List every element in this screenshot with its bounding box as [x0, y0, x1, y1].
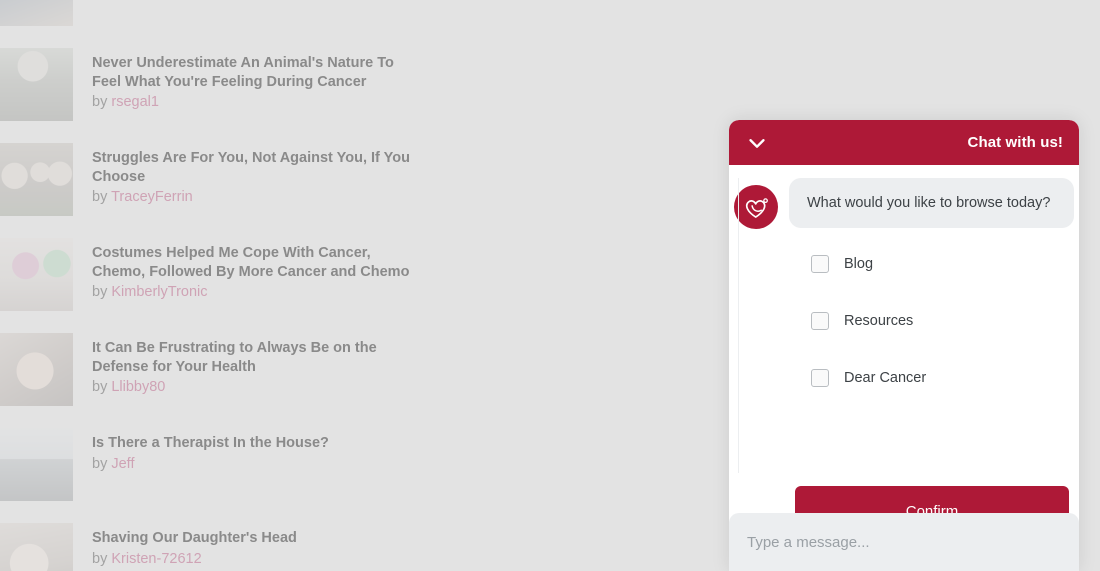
- article-byline: by Kristen-72612: [92, 551, 297, 567]
- article-title[interactable]: Shaving Our Daughter's Head: [92, 529, 297, 548]
- article-thumbnail[interactable]: [0, 333, 73, 406]
- author-link[interactable]: Kristen-72612: [111, 551, 201, 567]
- by-label: by: [92, 94, 108, 111]
- author-link[interactable]: TraceyFerrin: [111, 189, 193, 205]
- browse-options: Blog Resources Dear Cancer: [789, 239, 1074, 403]
- by-label: by: [92, 455, 108, 472]
- option-label: Resources: [844, 313, 914, 330]
- list-item[interactable]: Shaving Our Daughter's Head by Kristen-7…: [0, 523, 700, 571]
- checkbox-icon[interactable]: [811, 369, 829, 388]
- article-list: by Hailey-C Never Underestimate An Anima…: [0, 0, 700, 571]
- by-label: by: [92, 284, 108, 301]
- heart-logo-icon: [734, 185, 778, 229]
- article-title[interactable]: Never Underestimate An Animal's Nature T…: [92, 54, 412, 91]
- option-label: Dear Cancer: [844, 370, 927, 387]
- article-text: Costumes Helped Me Cope With Cancer, Che…: [73, 238, 412, 300]
- thread-rail: [738, 178, 739, 473]
- article-byline: by rsegal1: [92, 94, 412, 110]
- chevron-down-icon[interactable]: [746, 132, 768, 154]
- chat-message-input[interactable]: [747, 533, 1047, 551]
- article-thumbnail[interactable]: [0, 428, 73, 501]
- article-text: It Can Be Frustrating to Always Be on th…: [73, 333, 412, 395]
- article-thumbnail[interactable]: [0, 143, 73, 216]
- article-byline: by KimberlyTronic: [92, 284, 412, 300]
- by-label: by: [92, 379, 108, 396]
- article-thumbnail[interactable]: [0, 238, 73, 311]
- chat-body: What would you like to browse today? Blo…: [729, 165, 1079, 537]
- article-byline: by Llibby80: [92, 379, 412, 395]
- checkbox-icon[interactable]: [811, 312, 829, 331]
- author-link[interactable]: Llibby80: [111, 379, 165, 395]
- chat-title: Chat with us!: [967, 134, 1063, 151]
- option-dear-cancer[interactable]: Dear Cancer: [789, 353, 1074, 403]
- chat-widget: Chat with us! What would you like to bro…: [729, 120, 1079, 571]
- option-resources[interactable]: Resources: [789, 296, 1074, 346]
- bot-message-column: What would you like to browse today? Blo…: [789, 178, 1079, 411]
- author-link[interactable]: rsegal1: [111, 94, 159, 110]
- option-label: Blog: [844, 256, 874, 273]
- article-text: Never Underestimate An Animal's Nature T…: [73, 48, 412, 110]
- article-text: Shaving Our Daughter's Head by Kristen-7…: [73, 523, 297, 567]
- article-title[interactable]: Costumes Helped Me Cope With Cancer, Che…: [92, 244, 412, 281]
- article-byline: by Jeff: [92, 456, 329, 472]
- option-blog[interactable]: Blog: [789, 239, 1074, 289]
- author-link[interactable]: Jeff: [111, 456, 134, 472]
- by-label: by: [92, 189, 108, 206]
- list-item[interactable]: Is There a Therapist In the House? by Je…: [0, 428, 700, 523]
- article-text: Struggles Are For You, Not Against You, …: [73, 143, 412, 205]
- article-title[interactable]: Is There a Therapist In the House?: [92, 434, 329, 453]
- list-item[interactable]: Costumes Helped Me Cope With Cancer, Che…: [0, 238, 700, 333]
- by-label: by: [92, 550, 108, 567]
- chat-header[interactable]: Chat with us!: [729, 120, 1079, 165]
- bot-message-row: What would you like to browse today? Blo…: [729, 178, 1079, 411]
- author-link[interactable]: KimberlyTronic: [111, 284, 207, 300]
- article-text: Is There a Therapist In the House? by Je…: [73, 428, 329, 472]
- chat-input-area[interactable]: [729, 513, 1079, 571]
- list-item[interactable]: by Hailey-C: [0, 0, 700, 48]
- article-byline: by TraceyFerrin: [92, 189, 412, 205]
- article-title[interactable]: Struggles Are For You, Not Against You, …: [92, 149, 412, 186]
- list-item[interactable]: Struggles Are For You, Not Against You, …: [0, 143, 700, 238]
- article-thumbnail[interactable]: [0, 523, 73, 571]
- article-thumbnail[interactable]: [0, 0, 73, 26]
- article-title[interactable]: It Can Be Frustrating to Always Be on th…: [92, 339, 412, 376]
- list-item[interactable]: Never Underestimate An Animal's Nature T…: [0, 48, 700, 143]
- article-thumbnail[interactable]: [0, 48, 73, 121]
- checkbox-icon[interactable]: [811, 255, 829, 274]
- bot-message-bubble: What would you like to browse today?: [789, 178, 1074, 228]
- list-item[interactable]: It Can Be Frustrating to Always Be on th…: [0, 333, 700, 428]
